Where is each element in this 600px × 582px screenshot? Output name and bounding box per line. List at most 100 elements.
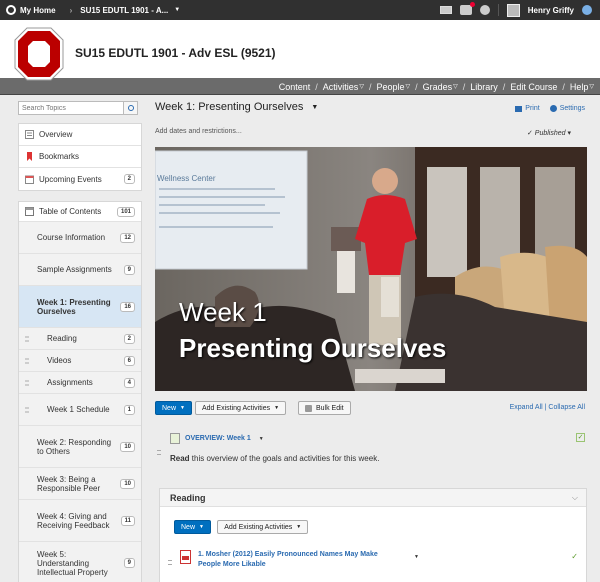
module-week-2[interactable]: Week 2: Responding to Others 10	[19, 426, 141, 468]
nav-item-activities[interactable]: / Activities ▽	[310, 82, 364, 92]
count-badge: 2	[123, 333, 135, 344]
caret-down-icon: ▼	[199, 524, 204, 530]
module-label: Videos	[47, 356, 72, 365]
expand-all-link[interactable]: Expand All	[510, 404, 543, 411]
course-title: SU15 EDUTL 1901 - Adv ESL (9521)	[75, 46, 276, 60]
module-week-3[interactable]: Week 3: Being a Responsible Peer 10	[19, 468, 141, 500]
count-badge: 9	[123, 264, 135, 275]
add-existing-activities-button[interactable]: Add Existing Activities ▼	[195, 401, 287, 415]
my-home-link[interactable]: My Home	[6, 5, 56, 15]
module-course-information[interactable]: Course Information 12	[19, 222, 141, 254]
drag-handle-icon[interactable]	[25, 380, 29, 385]
module-week-4[interactable]: Week 4: Giving and Receiving Feedback 11	[19, 500, 141, 542]
top-bar-tools: Henry Griffy	[439, 0, 592, 20]
drag-handle-icon[interactable]	[25, 358, 29, 363]
checkmark-icon[interactable]: ✓	[571, 552, 578, 561]
chat-icon[interactable]	[479, 5, 490, 15]
avatar[interactable]	[506, 3, 520, 17]
user-name[interactable]: Henry Griffy	[528, 6, 574, 15]
content-sidebar: Overview Bookmarks Upcoming Events 2 Tab…	[18, 101, 142, 582]
nav-item-content[interactable]: Content	[279, 82, 311, 92]
new-button[interactable]: New ▼	[174, 520, 211, 534]
bulk-edit-label: Bulk Edit	[316, 404, 344, 412]
count-badge: 1	[123, 404, 135, 415]
overview-title[interactable]: OVERVIEW: Week 1 ▼	[170, 433, 587, 444]
add-dates-link[interactable]: Add dates and restrictions...	[155, 128, 242, 135]
collapse-all-link[interactable]: Collapse All	[548, 404, 585, 411]
message-icon[interactable]	[439, 6, 452, 14]
module-assignments[interactable]: Assignments 4	[19, 372, 141, 394]
sidebar-item-bookmarks[interactable]: Bookmarks	[19, 146, 141, 168]
module-reading[interactable]: Reading 2	[19, 328, 141, 350]
nav-item-help[interactable]: / Help ▽	[557, 82, 594, 92]
hero-week-label: Week 1	[179, 297, 267, 327]
count-badge: 11	[120, 515, 135, 526]
subscriptions-icon[interactable]	[459, 2, 475, 15]
module-videos[interactable]: Videos 6	[19, 350, 141, 372]
course-navbar: Content / Activities ▽ / People ▽ / Grades ▽ /…	[0, 78, 600, 95]
module-label: Reading	[47, 334, 77, 343]
sidebar-item-label: Table of Contents	[39, 207, 102, 216]
module-sample-assignments[interactable]: Sample Assignments 9	[19, 254, 141, 286]
nav-item-grades[interactable]: / Grades ▽	[410, 82, 458, 92]
module-week-1-schedule[interactable]: Week 1 Schedule 1	[19, 394, 141, 426]
nav-list: Content / Activities ▽ / People ▽ / Grades ▽ /…	[279, 78, 594, 95]
overview-topic: OVERVIEW: Week 1 ▼ ✓ Read this overview …	[170, 433, 587, 463]
module-label: Week 4: Giving and Receiving Feedback	[37, 511, 110, 530]
nav-item-edit-course[interactable]: / Edit Course	[498, 82, 558, 92]
count-badge: 16	[120, 301, 135, 312]
nav-label: Library	[470, 81, 498, 92]
chevron-down-icon[interactable]: ⌵	[572, 493, 578, 503]
print-button[interactable]: Print	[515, 105, 540, 112]
sidebar-item-label: Overview	[39, 130, 73, 139]
sidebar-item-label: Bookmarks	[39, 152, 80, 161]
drag-handle-icon[interactable]	[168, 560, 172, 565]
sidebar-item-upcoming-events[interactable]: Upcoming Events 2	[19, 168, 141, 190]
overview-title-label: OVERVIEW: Week 1	[185, 435, 251, 442]
table-of-contents: Table of Contents 101 Course Information…	[18, 201, 142, 582]
caret-down-icon[interactable]: ▼	[414, 554, 419, 560]
count-badge: 2	[123, 174, 135, 184]
nav-item-people[interactable]: / People ▽	[364, 82, 410, 92]
module-week-5[interactable]: Week 5: Understanding Intellectual Prope…	[19, 542, 141, 582]
module-label: Course Information	[37, 233, 106, 242]
drag-handle-icon[interactable]	[25, 407, 29, 412]
reading-heading[interactable]: Reading	[160, 489, 586, 507]
expand-collapse-links: Expand All | Collapse All	[509, 404, 585, 411]
module-week-1[interactable]: Week 1: Presenting Ourselves 16	[19, 286, 141, 328]
page-tools: Print Settings	[515, 105, 585, 112]
count-badge: 10	[120, 441, 135, 452]
sidebar-item-table-of-contents[interactable]: Table of Contents 101	[19, 202, 141, 222]
pdf-icon	[180, 550, 191, 564]
drag-handle-icon[interactable]	[25, 336, 29, 341]
checkmark-icon[interactable]: ✓	[576, 433, 585, 442]
add-existing-label: Add Existing Activities	[224, 523, 293, 531]
hero-screen-text: Wellness Center	[157, 174, 216, 183]
overview-bold: Read	[170, 454, 190, 463]
bulk-edit-button[interactable]: Bulk Edit	[298, 401, 351, 415]
alert-dot-icon	[469, 2, 475, 7]
new-button[interactable]: New ▼	[155, 401, 192, 415]
nav-item-library[interactable]: / Library	[458, 82, 498, 92]
drag-handle-icon[interactable]	[157, 450, 161, 455]
search-topics	[18, 101, 142, 115]
module-label: Sample Assignments	[37, 265, 112, 274]
published-label: Published	[534, 130, 566, 137]
add-existing-activities-button[interactable]: Add Existing Activities ▼	[217, 520, 309, 534]
gear-icon[interactable]	[582, 5, 592, 15]
course-selector[interactable]: › SU15 EDUTL 1901 - A... ▼	[70, 6, 181, 15]
caret-down-icon: ▼	[174, 7, 181, 13]
overview-text: this overview of the goals and activitie…	[189, 454, 380, 463]
published-status[interactable]: ✓ Published ▾	[527, 129, 571, 137]
main-content: Week 1: Presenting Ourselves ▼ Print Set…	[155, 101, 587, 582]
hero-week-title: Presenting Ourselves	[179, 333, 447, 363]
search-input[interactable]	[18, 101, 124, 115]
sidebar-item-overview[interactable]: Overview	[19, 124, 141, 146]
nav-label: Help	[569, 81, 589, 92]
hero-banner: Wellness Center Week 1 Presenting Oursel…	[155, 147, 587, 391]
reading-item-link[interactable]: 1. Mosher (2012) Easily Pronounced Names…	[198, 550, 398, 570]
count-badge: 101	[116, 206, 135, 217]
block-o-logo-icon[interactable]	[13, 26, 65, 82]
settings-button[interactable]: Settings	[549, 105, 585, 112]
search-button[interactable]	[124, 101, 138, 115]
